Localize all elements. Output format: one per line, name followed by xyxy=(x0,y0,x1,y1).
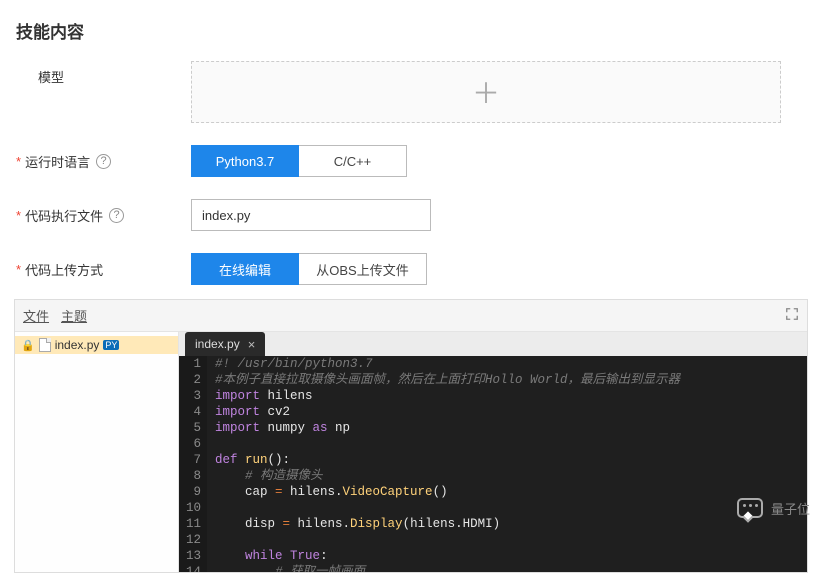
label-uploadmethod: * 代码上传方式 xyxy=(16,253,191,285)
code-line: 1#! /usr/bin/python3.7 xyxy=(179,356,807,372)
required-mark: * xyxy=(16,262,21,277)
plus-icon: ＋ xyxy=(472,72,500,112)
exec-file-input[interactable] xyxy=(191,199,431,231)
label-runtime: * 运行时语言 ? xyxy=(16,145,191,177)
code-line: 11 disp = hilens.Display(hilens.HDMI) xyxy=(179,516,807,532)
code-text xyxy=(207,532,223,548)
expand-icon[interactable] xyxy=(785,307,799,324)
code-text: def run(): xyxy=(207,452,290,468)
code-line: 8 # 构造摄像头 xyxy=(179,468,807,484)
required-mark: * xyxy=(16,154,21,169)
code-line: 13 while True: xyxy=(179,548,807,564)
code-line: 6 xyxy=(179,436,807,452)
document-icon xyxy=(39,338,51,352)
lock-icon: 🔒 xyxy=(21,339,35,352)
line-number: 9 xyxy=(179,484,207,500)
code-text: #! /usr/bin/python3.7 xyxy=(207,356,373,372)
runtime-button-group: Python3.7 C/C++ xyxy=(191,145,407,177)
code-text: disp = hilens.Display(hilens.HDMI) xyxy=(207,516,500,532)
file-tree-item[interactable]: 🔒 index.py PY xyxy=(15,336,178,354)
code-text: # 构造摄像头 xyxy=(207,468,323,484)
label-runtime-text: 运行时语言 xyxy=(25,152,90,171)
editor-tab-label: index.py xyxy=(195,337,240,351)
line-number: 11 xyxy=(179,516,207,532)
code-line: 2#本例子直接拉取摄像头画面帧，然后在上面打印Hollo World，最后输出到… xyxy=(179,372,807,388)
code-line: 5import numpy as np xyxy=(179,420,807,436)
label-model-text: 模型 xyxy=(38,67,64,86)
watermark-text: 量子位 xyxy=(771,499,810,518)
menu-theme[interactable]: 主题 xyxy=(61,306,87,325)
required-mark: * xyxy=(16,208,21,223)
label-execfile-text: 代码执行文件 xyxy=(25,206,103,225)
code-text xyxy=(207,436,223,452)
code-line: 12 xyxy=(179,532,807,548)
code-text xyxy=(207,500,223,516)
uploadmethod-button-group: 在线编辑 从OBS上传文件 xyxy=(191,253,427,285)
code-text: # 获取一帧画面 xyxy=(207,564,365,572)
editor-toolbar: 文件 主题 xyxy=(15,300,807,332)
runtime-option-ccpp[interactable]: C/C++ xyxy=(299,145,407,177)
editor-tab[interactable]: index.py × xyxy=(185,332,265,356)
code-text: cap = hilens.VideoCapture() xyxy=(207,484,448,500)
label-uploadmethod-text: 代码上传方式 xyxy=(25,260,103,279)
code-text: import cv2 xyxy=(207,404,290,420)
line-number: 3 xyxy=(179,388,207,404)
code-line: 14 # 获取一帧画面 xyxy=(179,564,807,572)
line-number: 12 xyxy=(179,532,207,548)
code-editor-panel: 文件 主题 🔒 index.py PY index.py × 1#! /usr/… xyxy=(14,299,808,573)
line-number: 2 xyxy=(179,372,207,388)
code-line: 10 xyxy=(179,500,807,516)
model-upload-dropzone[interactable]: ＋ xyxy=(191,61,781,123)
help-icon[interactable]: ? xyxy=(96,154,111,169)
menu-file[interactable]: 文件 xyxy=(23,306,49,325)
upload-option-online[interactable]: 在线编辑 xyxy=(191,253,299,285)
code-area: index.py × 1#! /usr/bin/python3.72#本例子直接… xyxy=(179,332,807,572)
file-tree[interactable]: 🔒 index.py PY xyxy=(15,332,179,572)
code-line: 9 cap = hilens.VideoCapture() xyxy=(179,484,807,500)
code-text: while True: xyxy=(207,548,328,564)
code-text: import numpy as np xyxy=(207,420,350,436)
section-title: 技能内容 xyxy=(16,18,822,43)
runtime-option-python[interactable]: Python3.7 xyxy=(191,145,299,177)
code-line: 3import hilens xyxy=(179,388,807,404)
close-icon[interactable]: × xyxy=(248,337,256,352)
upload-option-obs[interactable]: 从OBS上传文件 xyxy=(299,253,427,285)
help-icon[interactable]: ? xyxy=(109,208,124,223)
code-text: #本例子直接拉取摄像头画面帧，然后在上面打印Hollo World，最后输出到显… xyxy=(207,372,680,388)
code-editor[interactable]: 1#! /usr/bin/python3.72#本例子直接拉取摄像头画面帧，然后… xyxy=(179,356,807,572)
row-model: 模型 ＋ xyxy=(16,61,822,123)
code-line: 7def run(): xyxy=(179,452,807,468)
row-execfile: * 代码执行文件 ? xyxy=(16,199,822,231)
line-number: 13 xyxy=(179,548,207,564)
line-number: 8 xyxy=(179,468,207,484)
file-tree-item-label: index.py xyxy=(55,338,100,352)
line-number: 4 xyxy=(179,404,207,420)
code-line: 4import cv2 xyxy=(179,404,807,420)
py-badge-icon: PY xyxy=(103,340,119,350)
code-text: import hilens xyxy=(207,388,313,404)
line-number: 5 xyxy=(179,420,207,436)
label-execfile: * 代码执行文件 ? xyxy=(16,199,191,231)
line-number: 6 xyxy=(179,436,207,452)
editor-menu: 文件 主题 xyxy=(23,306,87,325)
editor-tab-strip: index.py × xyxy=(179,332,807,356)
watermark: 量子位 xyxy=(737,498,810,518)
row-uploadmethod: * 代码上传方式 在线编辑 从OBS上传文件 xyxy=(16,253,822,285)
row-runtime: * 运行时语言 ? Python3.7 C/C++ xyxy=(16,145,822,177)
editor-body: 🔒 index.py PY index.py × 1#! /usr/bin/py… xyxy=(15,332,807,572)
line-number: 14 xyxy=(179,564,207,572)
chat-bubble-icon xyxy=(737,498,763,518)
line-number: 7 xyxy=(179,452,207,468)
label-model: 模型 xyxy=(16,61,191,86)
line-number: 10 xyxy=(179,500,207,516)
line-number: 1 xyxy=(179,356,207,372)
